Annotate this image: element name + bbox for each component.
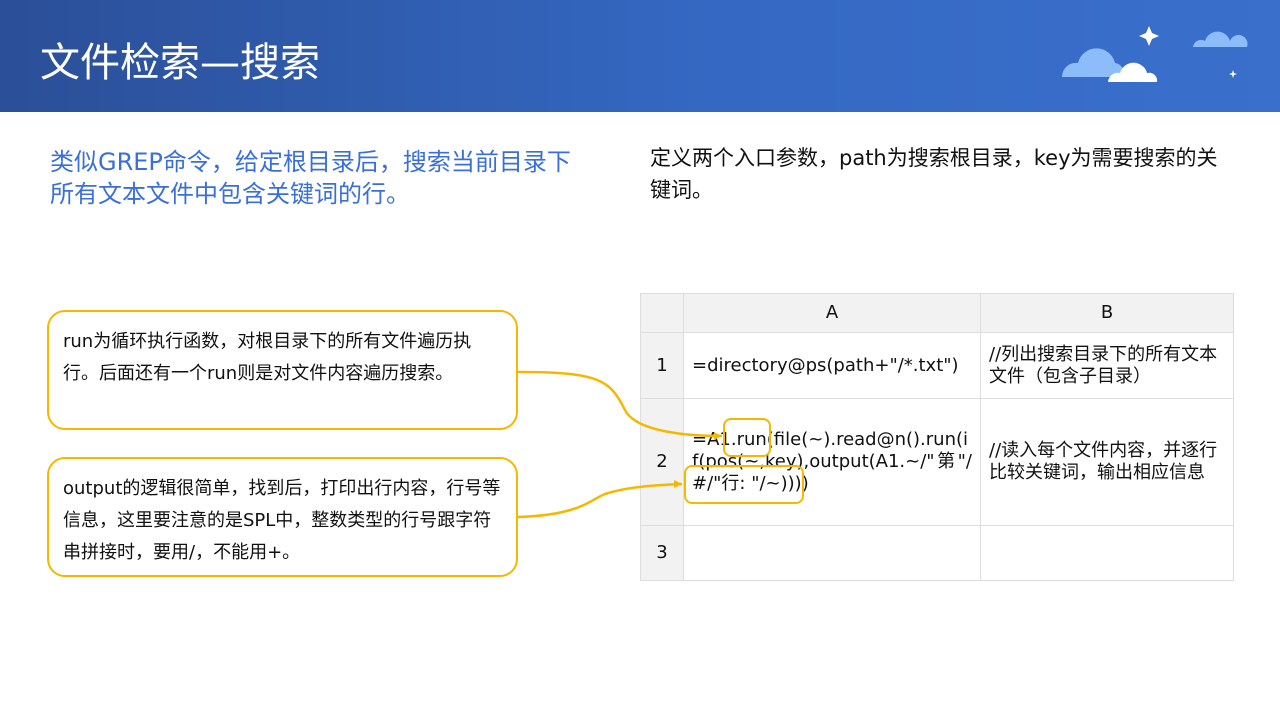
table-row: 1 =directory@ps(path+"/*.txt") //列出搜索目录下…: [640, 332, 1234, 399]
corner-cell: [640, 293, 684, 333]
spl-grid: A B 1 =directory@ps(path+"/*.txt") //列出搜…: [640, 293, 1234, 581]
callout-run: run为循环执行函数，对根目录下的所有文件遍历执行。后面还有一个run则是对文件…: [47, 310, 518, 430]
description-left: 类似GREP命令，给定根目录后，搜索当前目录下所有文本文件中包含关键词的行。: [50, 148, 571, 208]
cell-a3[interactable]: [683, 525, 981, 581]
callout-output: output的逻辑很简单，找到后，打印出行内容，行号等信息，这里要注意的是SPL…: [47, 457, 518, 577]
cell-b3[interactable]: [980, 525, 1234, 581]
clouds-decoration-icon: [1061, 26, 1248, 82]
header-banner: 文件检索—搜索: [0, 0, 1280, 112]
page-title: 文件检索—搜索: [40, 40, 320, 86]
row-number[interactable]: 1: [640, 332, 684, 399]
cell-a2[interactable]: =A1.run(file(~).read@n().run(if(pos(~,ke…: [683, 398, 981, 526]
cell-b1[interactable]: //列出搜索目录下的所有文本文件（包含子目录）: [980, 332, 1234, 399]
row-number[interactable]: 3: [640, 525, 684, 581]
description-right: 定义两个入口参数，path为搜索根目录，key为需要搜索的关键词。: [650, 146, 1218, 202]
column-header-b[interactable]: B: [980, 293, 1234, 333]
cell-b2[interactable]: //读入每个文件内容，并逐行比较关键词，输出相应信息: [980, 398, 1234, 526]
cell-a1[interactable]: =directory@ps(path+"/*.txt"): [683, 332, 981, 399]
table-row: 2 =A1.run(file(~).read@n().run(if(pos(~,…: [640, 398, 1234, 526]
row-number[interactable]: 2: [640, 398, 684, 526]
table-row: 3: [640, 525, 1234, 581]
column-header-a[interactable]: A: [683, 293, 981, 333]
